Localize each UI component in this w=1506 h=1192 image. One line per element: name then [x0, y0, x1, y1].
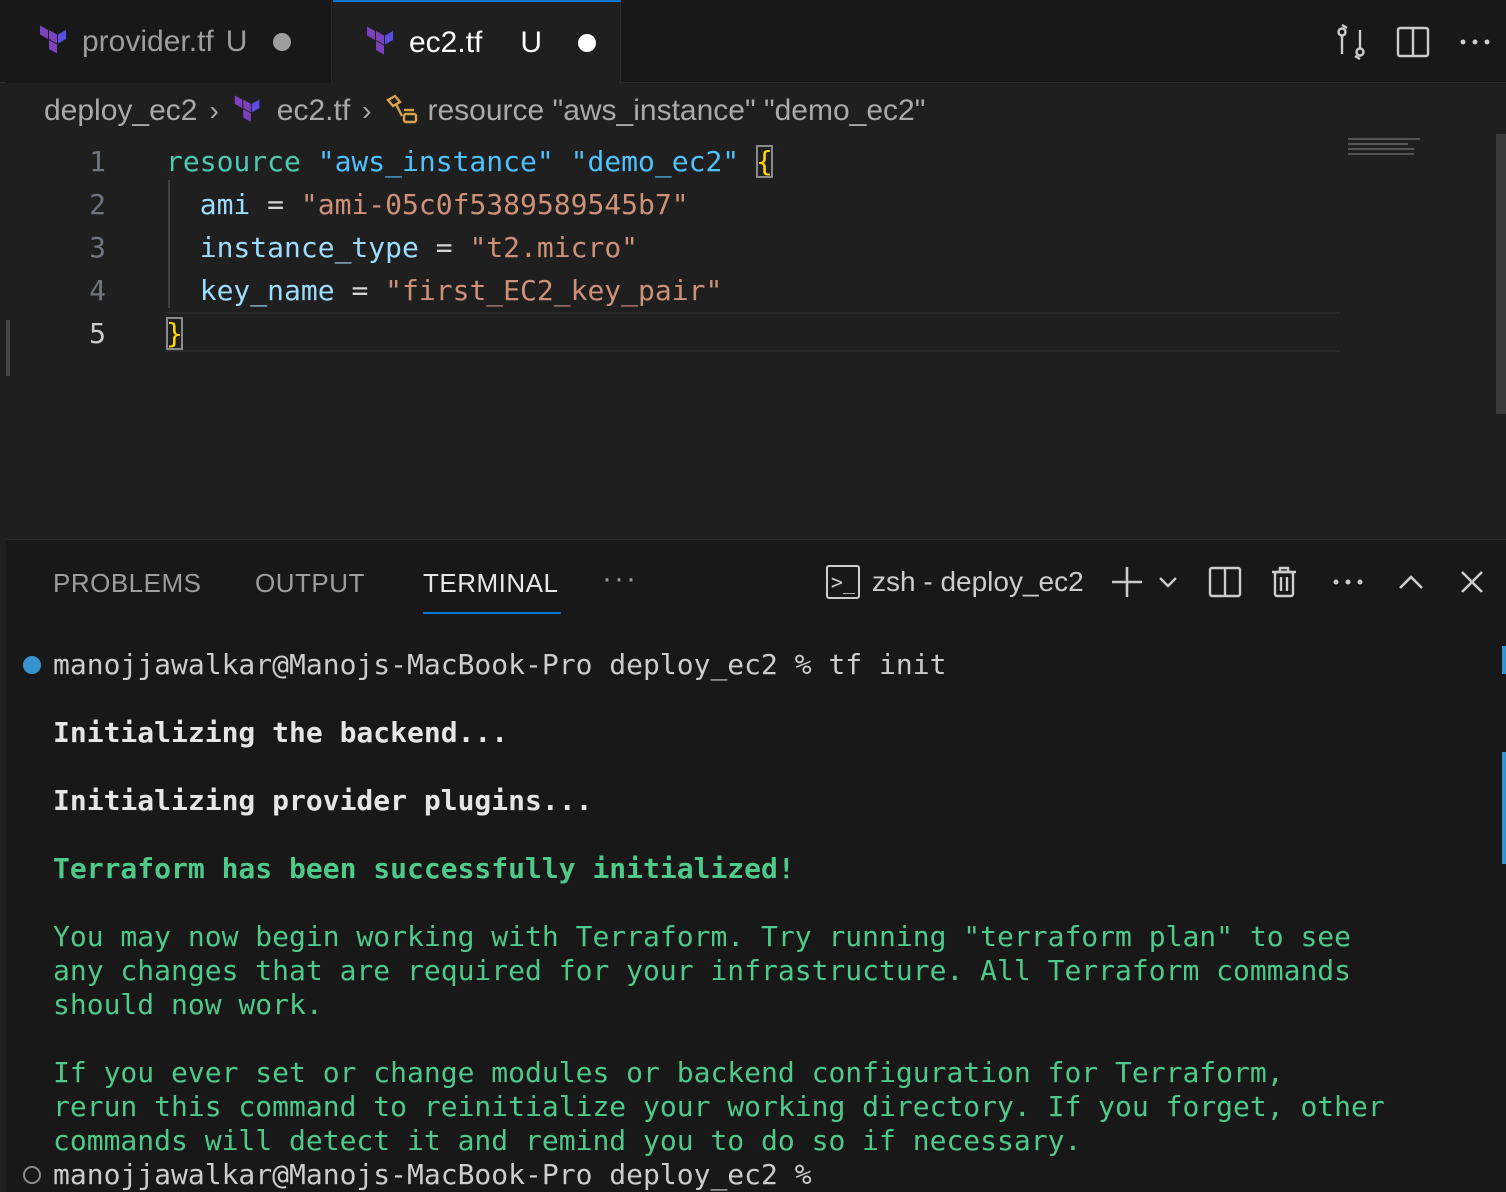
hcl-attribute: ami — [199, 188, 251, 221]
tab-label: ec2.tf — [409, 26, 483, 59]
line-number: 5 — [89, 317, 106, 350]
terminal-line: If you ever set or change modules or bac… — [53, 1056, 1284, 1089]
code-line-3: instance_type = "t2.micro" — [166, 224, 638, 267]
hcl-operator: = — [351, 274, 369, 307]
split-editor-icon[interactable] — [1382, 12, 1444, 72]
terminal-prompt-line: manojjawalkar@Manojs-MacBook-Pro deploy_… — [53, 648, 947, 681]
scrollbar-marker — [1502, 752, 1506, 864]
hcl-string: "t2.micro" — [469, 231, 639, 264]
terminal-line: commands will detect it and remind you t… — [53, 1124, 1082, 1157]
breadcrumb-file[interactable]: ec2.tf — [277, 94, 350, 128]
hcl-type-label: "aws_instance" — [317, 145, 554, 178]
code-line-4: key_name = "first_EC2_key_pair" — [166, 267, 723, 310]
minimap[interactable] — [1348, 138, 1422, 160]
editor-edge-marker — [6, 320, 10, 376]
kill-terminal-icon[interactable] — [1270, 562, 1298, 602]
terminal-line-plugins: Initializing provider plugins... — [53, 784, 593, 817]
breadcrumb: deploy_ec2 › ec2.tf › resource "aws_inst… — [44, 88, 925, 134]
close-panel-icon[interactable] — [1460, 562, 1484, 602]
more-actions-icon[interactable] — [1332, 562, 1364, 602]
new-terminal-icon[interactable] — [1110, 562, 1144, 602]
hcl-operator: = — [267, 188, 285, 221]
terraform-icon — [40, 25, 66, 53]
tab-ec2-tf[interactable]: ec2.tf U — [333, 0, 621, 84]
command-success-dot-icon[interactable] — [23, 656, 41, 674]
untracked-badge: U — [520, 26, 543, 59]
hcl-attribute: instance_type — [199, 231, 419, 264]
untracked-badge: U — [225, 24, 248, 58]
panel-more-tabs-icon[interactable]: ··· — [602, 562, 638, 596]
terraform-icon — [367, 26, 393, 55]
chevron-right-icon: › — [362, 95, 372, 126]
hcl-name-label: "demo_ec2" — [570, 145, 740, 178]
hcl-string: "ami-05c0f5389589545b7" — [300, 188, 689, 221]
code-editor[interactable]: 1 2 3 4 5 resource "aws_instance" "demo_… — [6, 134, 1506, 538]
unsaved-dot-icon[interactable] — [578, 34, 597, 52]
more-actions-icon[interactable] — [1444, 12, 1506, 72]
code-line-5: } — [166, 310, 183, 353]
compare-changes-icon[interactable] — [1320, 12, 1382, 72]
matching-brace: { — [756, 145, 773, 178]
terminal-line-backend: Initializing the backend... — [53, 716, 509, 749]
chevron-right-icon: › — [209, 95, 219, 126]
terminal-name: zsh - deploy_ec2 — [872, 566, 1084, 597]
scrollbar-marker — [1502, 646, 1506, 674]
hcl-attribute: key_name — [199, 274, 335, 307]
current-line-highlight — [166, 312, 1340, 352]
terminal-icon: >_ — [826, 565, 860, 599]
hcl-keyword: resource — [166, 145, 301, 178]
tab-provider-tf[interactable]: provider.tf U — [6, 0, 332, 83]
tab-terminal[interactable]: TERMINAL — [423, 568, 558, 599]
editor-tab-bar: provider.tf U ec2.tf U — [0, 0, 1506, 84]
terminal-line: any changes that are required for your i… — [53, 954, 1352, 987]
terraform-icon — [234, 95, 260, 122]
line-number: 3 — [89, 231, 106, 264]
terminal-line-success: Terraform has been successfully initiali… — [53, 852, 795, 885]
active-tab-indicator — [423, 612, 561, 614]
code-line-1: resource "aws_instance" "demo_ec2" { — [166, 138, 773, 181]
code-line-2: ami = "ami-05c0f5389589545b7" — [166, 181, 689, 224]
line-number: 2 — [89, 188, 106, 221]
editor-scrollbar[interactable] — [1496, 134, 1506, 414]
terminal-line: should now work. — [53, 988, 323, 1021]
command-pending-dot-icon[interactable] — [23, 1166, 41, 1184]
bottom-panel: PROBLEMS OUTPUT TERMINAL ··· >_ zsh - de… — [6, 539, 1506, 1192]
tab-label: provider.tf — [82, 24, 214, 58]
hcl-operator: = — [435, 231, 453, 264]
hcl-string: "first_EC2_key_pair" — [385, 274, 723, 307]
terminal-dropdown-icon[interactable] — [1158, 562, 1178, 602]
terminal-selector[interactable]: >_ zsh - deploy_ec2 — [826, 565, 1084, 599]
terminal-prompt-line: manojjawalkar@Manojs-MacBook-Pro deploy_… — [53, 1158, 812, 1191]
terminal-line: rerun this command to reinitialize your … — [53, 1090, 1385, 1123]
symbol-structure-icon — [385, 94, 417, 124]
maximize-panel-icon[interactable] — [1398, 562, 1424, 602]
tab-problems[interactable]: PROBLEMS — [53, 568, 202, 599]
terminal-actions: >_ zsh - deploy_ec2 — [826, 562, 1484, 602]
panel-tab-bar: PROBLEMS OUTPUT TERMINAL ··· >_ zsh - de… — [6, 540, 1506, 624]
breadcrumb-symbol[interactable]: resource "aws_instance" "demo_ec2" — [428, 94, 926, 128]
editor-actions — [1320, 0, 1506, 83]
terminal-line: You may now begin working with Terraform… — [53, 920, 1352, 953]
line-number: 1 — [89, 145, 106, 178]
unsaved-dot-icon[interactable] — [273, 32, 292, 51]
matching-brace: } — [166, 317, 183, 350]
line-number: 4 — [89, 274, 106, 307]
split-terminal-icon[interactable] — [1208, 562, 1242, 602]
tab-output[interactable]: OUTPUT — [255, 568, 365, 599]
breadcrumb-folder[interactable]: deploy_ec2 — [44, 94, 197, 128]
